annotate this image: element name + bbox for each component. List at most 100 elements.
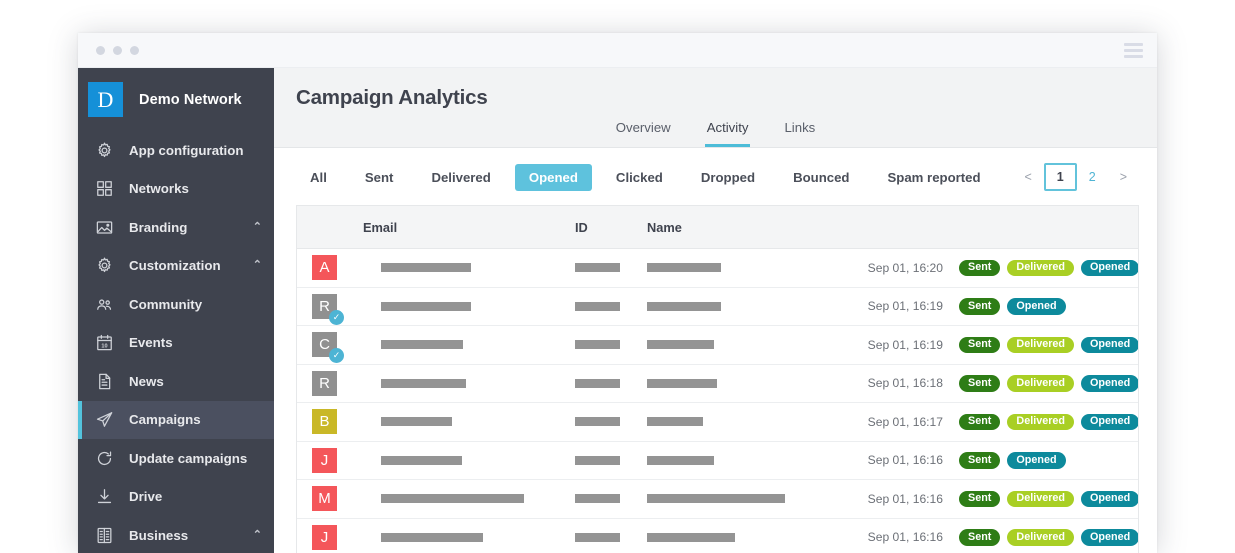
people-icon	[94, 294, 115, 315]
sidebar-item-app-configuration[interactable]: App configuration	[78, 131, 274, 170]
tab-links[interactable]: Links	[782, 116, 817, 147]
filter-chip-delivered[interactable]: Delivered	[417, 164, 504, 191]
status-badge: Opened	[1007, 298, 1066, 315]
activity-table: Email ID Name A Sep 01, 16:20 Sent Delivere…	[297, 206, 1138, 553]
sidebar-item-update-campaigns[interactable]: Update campaigns	[78, 439, 274, 478]
cell-timestamp: Sep 01, 16:19	[839, 325, 957, 365]
page-title: Campaign Analytics	[296, 86, 488, 109]
redacted-id-placeholder	[575, 532, 620, 542]
pagination-next[interactable]: >	[1108, 163, 1139, 191]
avatar-cell: R	[297, 364, 363, 403]
table-row[interactable]: C ✓ Sep 01, 16:19 Sent Delivered Opened	[297, 325, 1138, 365]
avatar-initial: R	[319, 374, 330, 392]
sidebar-item-branding[interactable]: Branding ⌃	[78, 208, 274, 247]
status-badge: Opened	[1081, 336, 1138, 353]
sidebar-item-business[interactable]: Business ⌃	[78, 516, 274, 553]
table-row[interactable]: A Sep 01, 16:20 Sent Delivered Opened	[297, 248, 1138, 288]
pagination-prev[interactable]: <	[1012, 163, 1043, 191]
status-badge: Opened	[1007, 452, 1066, 469]
sidebar-item-label: Customization	[129, 258, 221, 274]
cell-timestamp: Sep 01, 16:18	[839, 364, 957, 403]
chevron-up-icon[interactable]: ⌃	[253, 221, 262, 233]
main-content: Campaign Analytics Overview Activity Links…	[274, 68, 1157, 553]
redacted-name-placeholder	[647, 417, 703, 427]
tab-overview[interactable]: Overview	[614, 116, 673, 147]
table-header-row: Email ID Name	[297, 206, 1138, 249]
column-id[interactable]: ID	[575, 206, 647, 249]
brand[interactable]: D Demo Network	[78, 68, 274, 131]
column-avatar	[297, 206, 363, 249]
column-email[interactable]: Email	[363, 206, 575, 249]
avatar-cell: B	[297, 402, 363, 442]
status-badge: Sent	[959, 259, 1001, 276]
filter-chip-opened[interactable]: Opened	[514, 163, 592, 191]
status-badge-group: Sent Delivered Opened	[959, 375, 1138, 392]
sidebar-item-networks[interactable]: Networks	[78, 170, 274, 209]
pagination-page-2[interactable]: 2	[1077, 163, 1108, 191]
status-badge: Delivered	[1007, 490, 1075, 507]
sidebar-item-news[interactable]: News	[78, 362, 274, 401]
cell-timestamp: Sep 01, 16:19	[839, 287, 957, 326]
grid-icon	[94, 178, 115, 199]
window-maximize-dot[interactable]	[130, 45, 139, 55]
redacted-id-placeholder	[575, 417, 620, 427]
status-badge: Opened	[1081, 259, 1138, 276]
redacted-name-placeholder	[647, 494, 785, 504]
avatar-cell: M	[297, 479, 363, 519]
sidebar-item-label: App configuration	[129, 142, 244, 158]
filter-chip-all[interactable]: All	[296, 164, 341, 191]
pagination-page-1[interactable]: 1	[1043, 163, 1077, 191]
filter-chip-clicked[interactable]: Clicked	[602, 164, 677, 191]
table-head: Email ID Name	[297, 206, 1138, 249]
cell-email	[363, 518, 575, 553]
gear-icon	[94, 255, 115, 276]
table-row[interactable]: J Sep 01, 16:16 Sent Delivered Opened	[297, 518, 1138, 553]
sidebar-item-community[interactable]: Community	[78, 285, 274, 324]
status-badge-group: Sent Opened	[959, 452, 1138, 469]
cell-timestamp: Sep 01, 16:16	[839, 518, 957, 553]
chevron-up-icon[interactable]: ⌃	[253, 529, 262, 541]
brand-logo: D	[88, 82, 123, 117]
avatar-cell: J	[297, 441, 363, 480]
column-status	[957, 206, 1138, 249]
table-row[interactable]: R ✓ Sep 01, 16:19 Sent Opened	[297, 287, 1138, 326]
paper-plane-icon	[94, 409, 115, 430]
svg-text:10: 10	[101, 344, 107, 350]
redacted-email-placeholder	[381, 417, 452, 427]
filter-chip-dropped[interactable]: Dropped	[687, 164, 769, 191]
table-row[interactable]: M Sep 01, 16:16 Sent Delivered Opened	[297, 479, 1138, 519]
sidebar-item-customization[interactable]: Customization ⌃	[78, 247, 274, 286]
window-controls	[96, 45, 139, 55]
sidebar-item-drive[interactable]: Drive	[78, 478, 274, 517]
sidebar-item-events[interactable]: 10 Events	[78, 324, 274, 363]
chevron-up-icon[interactable]: ⌃	[253, 260, 262, 271]
sidebar-item-campaigns[interactable]: Campaigns	[78, 400, 274, 439]
filter-chip-bounced[interactable]: Bounced	[779, 164, 863, 191]
avatar: J	[312, 524, 337, 550]
cell-name	[647, 287, 839, 326]
table-body: A Sep 01, 16:20 Sent Delivered Opened R ✓ Sep 0…	[297, 248, 1138, 553]
filter-chip-spam-reported[interactable]: Spam reported	[873, 164, 994, 191]
sidebar: D Demo Network App configuration Networks…	[78, 68, 274, 553]
avatar: B	[312, 409, 337, 435]
cell-name	[647, 518, 839, 553]
window-titlebar	[78, 33, 1157, 68]
table-row[interactable]: R Sep 01, 16:18 Sent Delivered Opened	[297, 364, 1138, 403]
sidebar-item-label: Drive	[129, 489, 163, 505]
tab-activity[interactable]: Activity	[704, 116, 751, 147]
table-row[interactable]: J Sep 01, 16:16 Sent Opened	[297, 441, 1138, 480]
column-name[interactable]: Name	[647, 206, 839, 249]
window-minimize-dot[interactable]	[113, 45, 122, 55]
status-badge-group: Sent Opened	[959, 298, 1138, 315]
avatar-initial: B	[319, 413, 330, 431]
redacted-id-placeholder	[575, 301, 620, 311]
status-badge: Sent	[959, 490, 1001, 507]
hamburger-menu-icon[interactable]	[1124, 42, 1143, 58]
filter-chip-sent[interactable]: Sent	[351, 164, 408, 191]
activity-table-container: Email ID Name A Sep 01, 16:20 Sent Delivere…	[296, 205, 1139, 553]
status-badge: Delivered	[1007, 529, 1075, 546]
cell-status: Sent Opened	[957, 287, 1138, 326]
table-row[interactable]: B Sep 01, 16:17 Sent Delivered Opened	[297, 402, 1138, 442]
redacted-email-placeholder	[381, 263, 471, 273]
window-close-dot[interactable]	[96, 45, 105, 55]
